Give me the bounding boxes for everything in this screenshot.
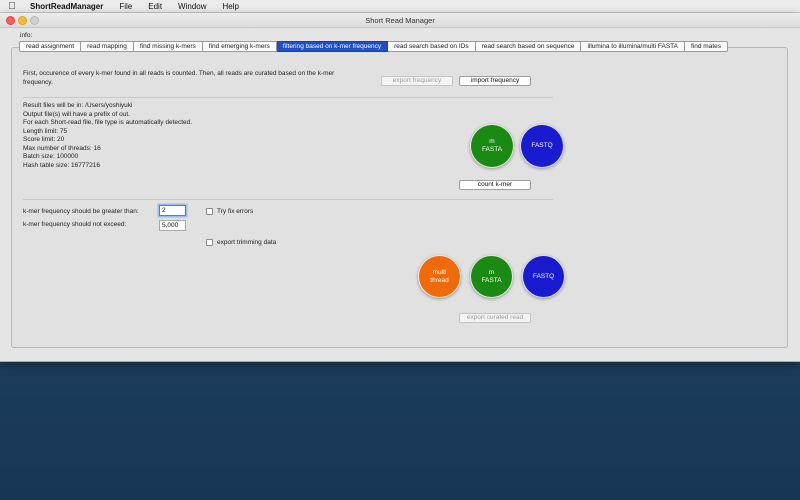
- export-trimming-checkbox[interactable]: [206, 239, 213, 246]
- multi-thread-label: multi thread: [430, 268, 449, 284]
- greater-than-input[interactable]: 2: [159, 205, 186, 216]
- tab-content-panel: First, occurence of every k-mer found in…: [11, 47, 788, 348]
- minimize-window-button[interactable]: [18, 16, 27, 25]
- menu-window[interactable]: Window: [170, 0, 214, 13]
- separator-top: [23, 97, 553, 98]
- import-frequency-button[interactable]: import frequency: [459, 76, 531, 86]
- try-fix-errors-label: Try fix errors: [217, 208, 254, 215]
- tab-find-emerging-kmers[interactable]: find emerging k-mers: [202, 41, 277, 52]
- try-fix-errors-checkbox[interactable]: [206, 208, 213, 215]
- title-bar[interactable]: Short Read Manager: [0, 13, 800, 28]
- not-exceed-label: k-mer frequency should not exceed:: [23, 221, 127, 228]
- apple-icon[interactable]: : [0, 0, 24, 13]
- not-exceed-input[interactable]: 5,000: [159, 220, 186, 231]
- window-title: Short Read Manager: [365, 16, 435, 25]
- tab-filtering-kmer-frequency[interactable]: filtering based on k-mer frequency: [276, 41, 389, 52]
- info-line-max-threads: Max number of threads: 16: [23, 144, 101, 152]
- zoom-window-button[interactable]: [30, 16, 39, 25]
- tab-find-mates[interactable]: find mates: [685, 41, 728, 52]
- multi-thread-toggle[interactable]: multi thread: [418, 255, 461, 298]
- menu-edit[interactable]: Edit: [140, 0, 170, 13]
- export-trimming-label: export trimming data: [217, 239, 277, 246]
- menu-bar:  ShortReadManager File Edit Window Help: [0, 0, 800, 13]
- info-line-score-limit: Score limit: 20: [23, 136, 65, 143]
- info-line-result-dir: Result files will be in: /Users/yoshiyuk…: [23, 102, 133, 109]
- count-fastq-label: FASTQ: [531, 142, 553, 149]
- curate-fastq-label: FASTQ: [532, 272, 555, 280]
- menu-app-name[interactable]: ShortReadManager: [24, 0, 111, 13]
- tab-read-assignment[interactable]: read assignment: [19, 41, 82, 52]
- tab-bar: read assignment read mapping find missin…: [19, 41, 728, 52]
- curate-m-fasta-label: m FASTA: [481, 268, 502, 284]
- menu-help[interactable]: Help: [215, 0, 247, 13]
- curate-fastq-button[interactable]: FASTQ: [522, 255, 565, 298]
- greater-than-label: k-mer frequency should be greater than:: [23, 208, 139, 215]
- info-label: info:: [20, 32, 33, 39]
- tab-find-missing-kmers[interactable]: find missing k-mers: [133, 41, 203, 52]
- curate-m-fasta-button[interactable]: m FASTA: [470, 255, 513, 298]
- menu-file[interactable]: File: [111, 0, 140, 13]
- info-line-batch-size: Batch size: 100000: [23, 153, 79, 160]
- info-line-file-type: For each Short-read file, file type is a…: [23, 119, 193, 126]
- info-line-hash-table-size: Hash table size: 16777216: [23, 161, 100, 169]
- count-m-fasta-label: m FASTA: [481, 138, 503, 153]
- info-line-length-limit: Length limit: 75: [23, 127, 68, 135]
- info-line-prefix: Output file(s) will have a prefix of out…: [23, 110, 130, 118]
- tab-read-search-sequence[interactable]: read search based on sequence: [475, 41, 582, 52]
- try-fix-errors-row[interactable]: Try fix errors: [206, 208, 253, 215]
- count-kmer-button[interactable]: count k-mer: [459, 180, 531, 190]
- tab-read-mapping[interactable]: read mapping: [81, 41, 134, 52]
- export-curated-read-button[interactable]: export curated read: [459, 313, 531, 323]
- description-text: First, occurence of every k-mer found in…: [23, 70, 335, 86]
- tab-read-search-ids[interactable]: read search based on IDs: [388, 41, 476, 52]
- export-frequency-button[interactable]: export frequency: [381, 76, 453, 86]
- separator-middle: [23, 199, 553, 200]
- count-m-fasta-button[interactable]: m FASTA: [470, 124, 514, 168]
- main-window: Short Read Manager info: First, occurenc…: [0, 13, 800, 362]
- export-trimming-row[interactable]: export trimming data: [206, 239, 276, 246]
- count-fastq-button[interactable]: FASTQ: [520, 124, 564, 168]
- tab-illumina-to-multi-fasta[interactable]: illumina to illumina/multi FASTA: [581, 41, 685, 52]
- close-window-button[interactable]: [6, 16, 15, 25]
